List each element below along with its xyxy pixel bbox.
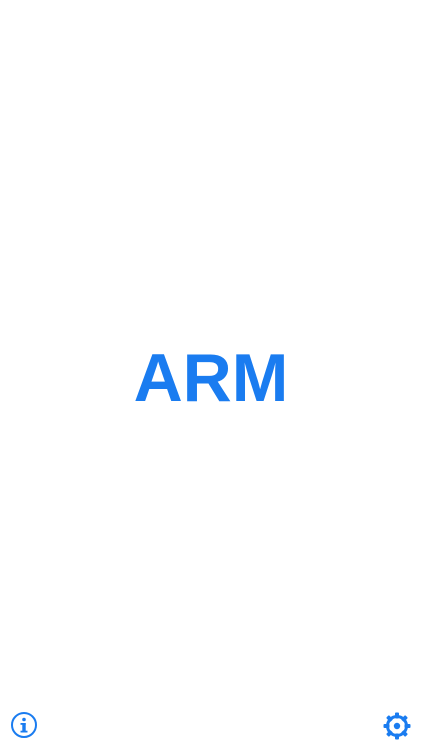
info-icon (10, 711, 38, 739)
info-button[interactable] (10, 711, 38, 739)
arm-label: ARM (133, 340, 289, 416)
app-screen: ARM (0, 0, 422, 750)
gear-icon (382, 711, 412, 741)
settings-button[interactable] (381, 710, 413, 742)
